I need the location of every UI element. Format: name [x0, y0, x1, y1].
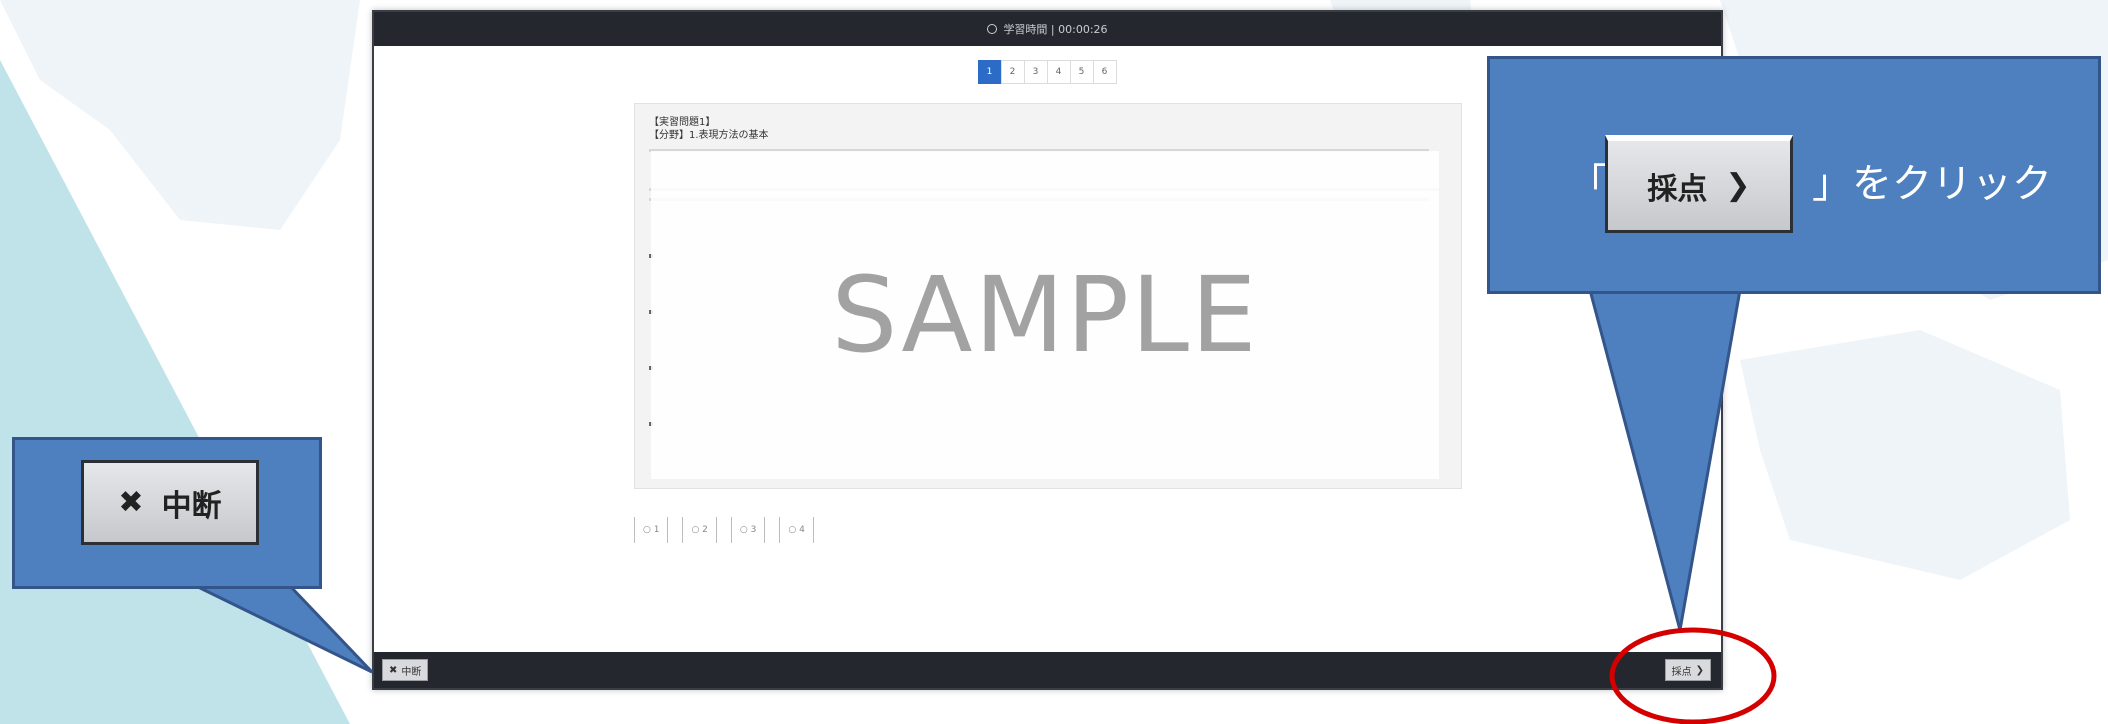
- answer-choice-3[interactable]: ○ 3: [730, 517, 766, 543]
- sample-watermark: SAMPLE: [831, 254, 1259, 376]
- page-button-3[interactable]: 3: [1023, 60, 1048, 84]
- close-x-icon: ✖: [389, 664, 398, 676]
- callout-prefix: 「: [1568, 161, 1608, 207]
- interrupt-illustration-label: 中断: [161, 488, 222, 524]
- question-category: 【分野】1.表現方法の基本: [649, 130, 769, 141]
- answer-choice-2[interactable]: ○ 2: [682, 517, 717, 543]
- score-button[interactable]: 採点 ❯: [1664, 659, 1711, 681]
- interrupt-button-illustration: ✖ 中断: [81, 460, 259, 545]
- page-button-5[interactable]: 5: [1069, 60, 1094, 84]
- callout-instruction: 」をクリック: [1812, 161, 2052, 207]
- page-button-1[interactable]: 1: [977, 60, 1002, 84]
- question-heading: 【実習問題1】 【分野】1.表現方法の基本: [649, 116, 769, 142]
- callout-score: 「 採点 ❯ 」をクリック: [1487, 56, 2101, 294]
- score-illustration-label: 採点: [1647, 171, 1708, 207]
- close-x-icon: ✖: [118, 485, 144, 520]
- chevron-right-icon: ❯: [1725, 168, 1751, 203]
- callout-interrupt: ✖ 中断: [12, 437, 322, 589]
- app-header: 学習時間 | 00:00:26: [374, 12, 1721, 46]
- answer-choice-1[interactable]: ○ 1: [634, 517, 669, 543]
- interrupt-button-label: 中断: [401, 666, 422, 678]
- answer-choices: ○ 1 ○ 2 ○ 3 ○ 4: [634, 517, 814, 543]
- clock-icon: [987, 24, 998, 34]
- interrupt-button[interactable]: ✖ 中断: [382, 659, 429, 681]
- question-title: 【実習問題1】: [649, 117, 716, 128]
- question-panel: 【実習問題1】 【分野】1.表現方法の基本 SAMPLE: [634, 103, 1462, 489]
- page-button-4[interactable]: 4: [1046, 60, 1071, 84]
- sample-watermark-overlay: SAMPLE: [651, 151, 1439, 479]
- app-footer: ✖ 中断 採点 ❯: [374, 652, 1721, 688]
- chevron-right-icon: ❯: [1695, 664, 1704, 676]
- page-button-2[interactable]: 2: [1000, 60, 1025, 84]
- score-button-label: 採点: [1671, 666, 1692, 678]
- header-title: 学習時間 | 00:00:26: [1003, 23, 1108, 36]
- page-button-6[interactable]: 6: [1092, 60, 1117, 84]
- score-button-illustration: 採点 ❯: [1605, 135, 1793, 233]
- answer-choice-4[interactable]: ○ 4: [779, 517, 814, 543]
